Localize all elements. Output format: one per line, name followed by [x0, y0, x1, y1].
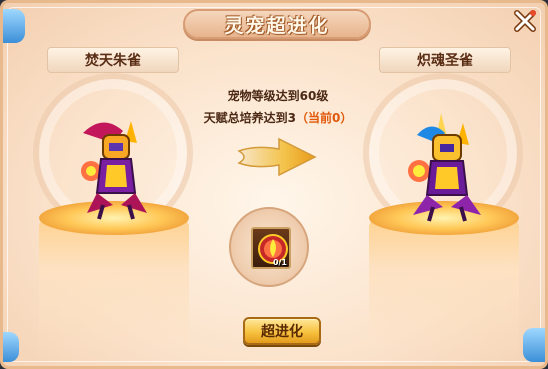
evolved-pet-sprite [408, 113, 481, 222]
title-banner: 灵宠超进化 [183, 9, 371, 39]
requirement-level: 宠物等级达到60级 [227, 89, 329, 103]
current-pet-sprite [81, 121, 147, 220]
close-icon [514, 10, 536, 32]
requirement-talent-text: 天赋总培养达到3 [203, 111, 296, 125]
evolution-panel: 灵宠超进化 焚天朱雀 炽魂圣雀 宠物等级达到60级 天赋总培养达到3（当前0） … [0, 0, 548, 369]
evolution-item-slot[interactable]: 0/1 [251, 227, 291, 269]
corner-ornament [3, 9, 25, 43]
arrow-right-icon [237, 137, 317, 177]
requirement-talent: 天赋总培养达到3（当前0） [178, 109, 378, 126]
corner-ornament [3, 332, 19, 362]
evolved-pet-name: 炽魂圣雀 [379, 47, 511, 73]
page-title: 灵宠超进化 [224, 14, 330, 37]
super-evolve-button[interactable]: 超进化 [243, 317, 321, 345]
item-count: 0/1 [272, 258, 287, 267]
current-pet-name: 焚天朱雀 [47, 47, 179, 73]
requirement-talent-current: （当前0） [296, 111, 353, 125]
corner-ornament [523, 328, 545, 362]
close-button[interactable] [513, 9, 537, 33]
